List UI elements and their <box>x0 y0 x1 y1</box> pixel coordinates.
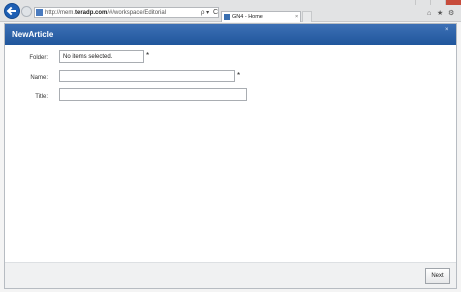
dialog-footer: Next <box>5 262 456 288</box>
dialog-title: NewArticle <box>12 30 54 39</box>
folder-required-mark: * <box>146 51 150 60</box>
window-maximize-button[interactable] <box>430 0 445 5</box>
tab-gn4-home[interactable]: GN4 - Home × <box>221 11 301 22</box>
title-input[interactable] <box>59 88 247 101</box>
refresh-icon[interactable]: C <box>213 8 218 18</box>
folder-picker[interactable]: No items selected. <box>59 50 144 63</box>
url-text[interactable]: http://mem.teradp.com/#/workspace/Editor… <box>45 8 166 18</box>
home-icon[interactable]: ⌂ <box>427 10 431 18</box>
search-dropdown-icon[interactable]: ρ ▾ <box>201 8 209 18</box>
back-arrow-icon[interactable] <box>4 3 20 19</box>
window-close-button[interactable] <box>445 0 461 5</box>
address-bar[interactable]: http://mem.teradp.com/#/workspace/Editor… <box>34 7 219 18</box>
title-label: Title: <box>35 94 48 100</box>
folder-value: No items selected. <box>63 54 113 60</box>
next-button[interactable]: Next <box>425 268 450 284</box>
tab-close-icon[interactable]: × <box>295 12 298 22</box>
new-article-dialog: NewArticle × Folder: No items selected. … <box>4 23 457 289</box>
folder-label: Folder: <box>29 55 48 61</box>
window-minimize-button[interactable] <box>415 0 430 5</box>
dialog-header: NewArticle × <box>5 24 456 45</box>
name-required-mark: * <box>237 71 241 80</box>
tab-title: GN4 - Home <box>232 14 263 20</box>
forward-arrow-icon[interactable] <box>21 6 32 17</box>
browser-toolbar: http://mem.teradp.com/#/workspace/Editor… <box>0 0 461 22</box>
name-input[interactable] <box>59 70 235 82</box>
favorites-star-icon[interactable]: ★ <box>437 10 443 18</box>
name-label: Name: <box>30 75 48 81</box>
new-tab-button[interactable] <box>302 11 312 22</box>
close-icon[interactable]: × <box>445 26 449 34</box>
tab-favicon-icon <box>224 14 230 20</box>
page-icon <box>36 9 43 16</box>
gear-icon[interactable]: ⚙ <box>448 10 454 18</box>
